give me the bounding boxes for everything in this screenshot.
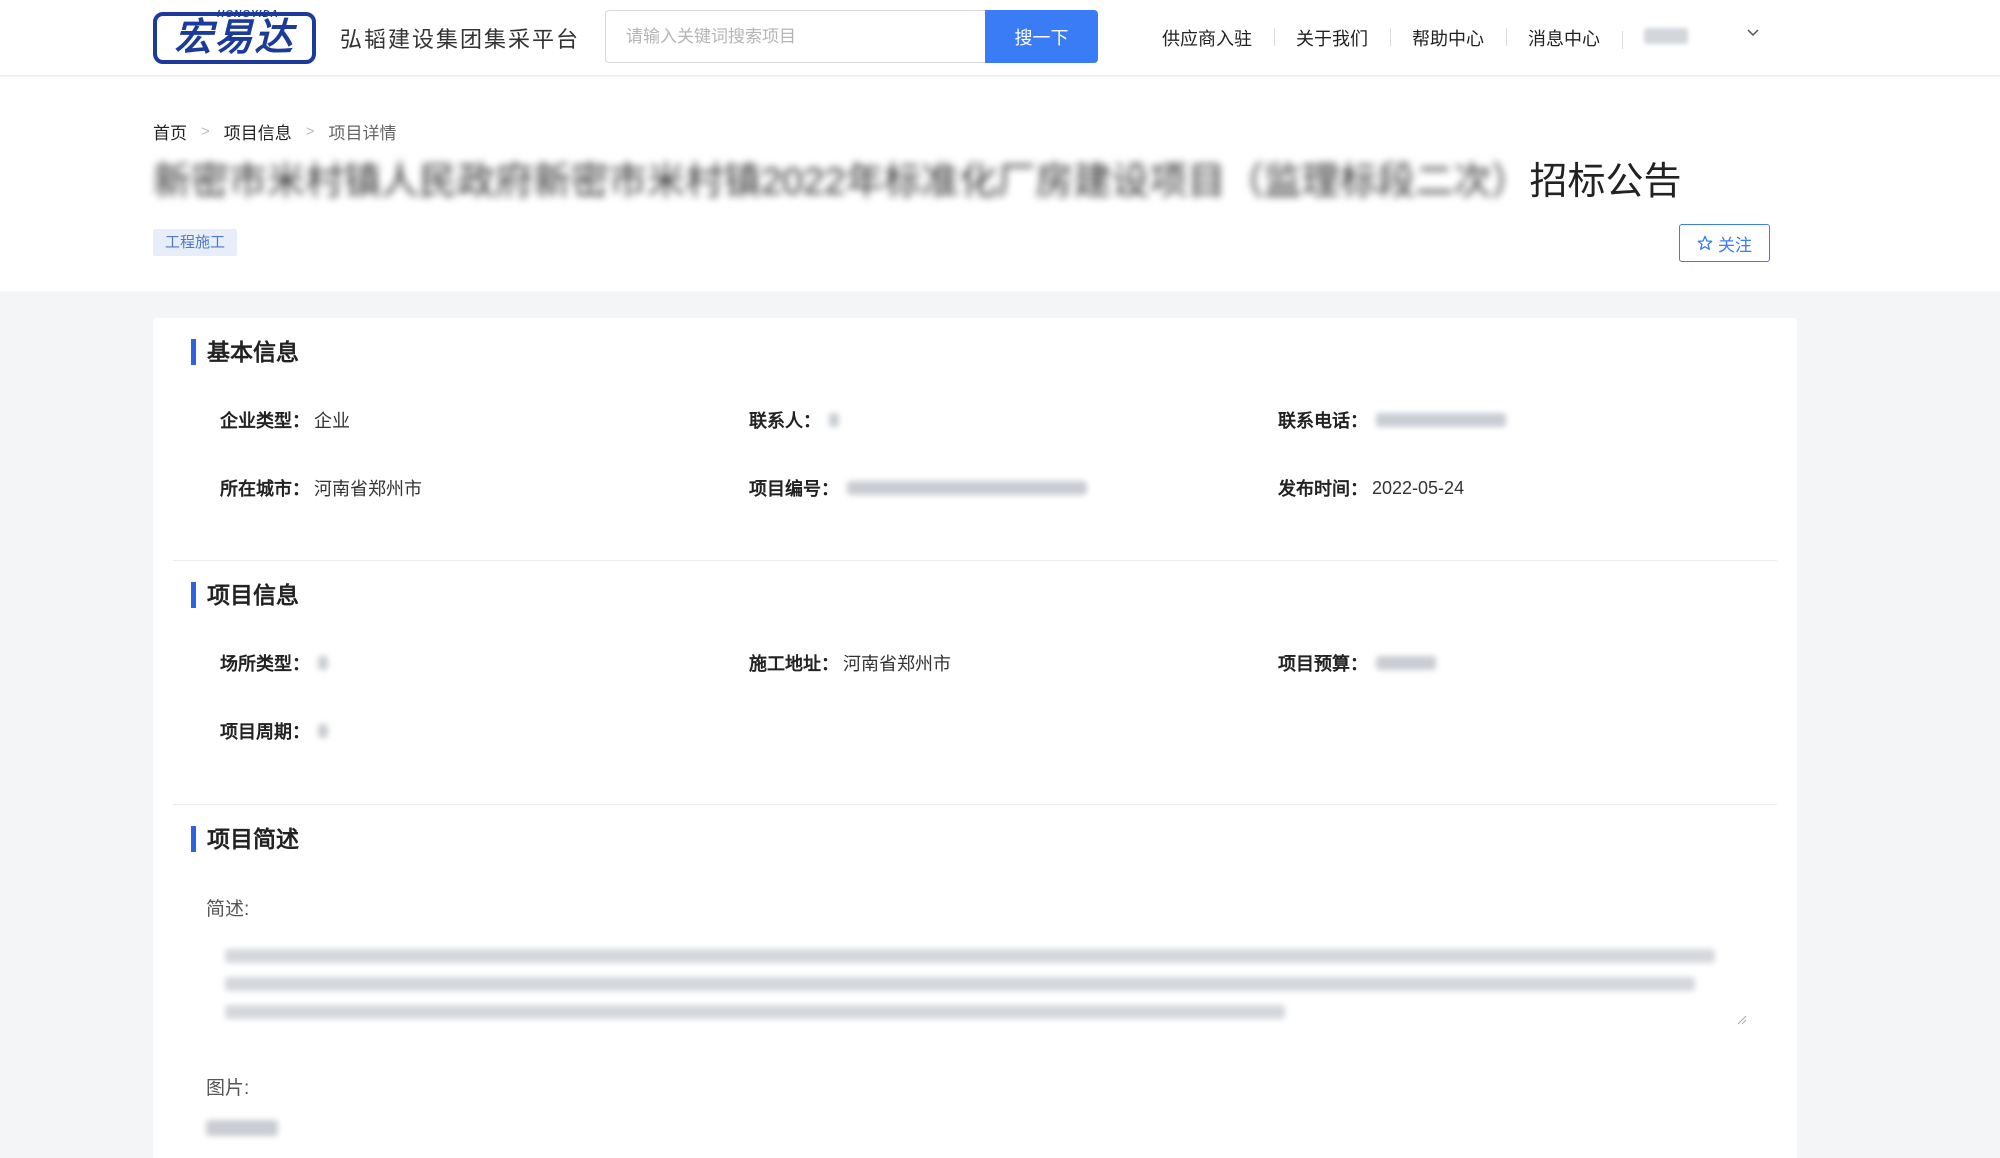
field-label: 联系人： <box>749 411 821 431</box>
contact-redacted <box>829 413 839 427</box>
breadcrumb-home[interactable]: 首页 <box>153 119 187 144</box>
image-label: 图片: <box>206 1078 250 1099</box>
nav-about-us[interactable]: 关于我们 <box>1274 25 1390 51</box>
field-venue-type: 场所类型： <box>220 650 328 676</box>
title-area: 首页 > 项目信息 > 项目详情 新密市米村镇人民政府新密市米村镇2022年标准… <box>0 77 2000 291</box>
venue-type-redacted <box>318 656 328 670</box>
field-publish-date: 发布时间： 2022-05-24 <box>1278 475 1464 501</box>
field-label: 场所类型： <box>220 654 310 674</box>
period-redacted <box>318 724 328 738</box>
project-no-redacted <box>847 481 1087 495</box>
section-divider <box>173 560 1777 561</box>
top-header: 宏易达 HONGYIDA 弘韬建设集团集采平台 搜一下 供应商入驻 关于我们 帮… <box>0 0 2000 76</box>
field-label: 企业类型： <box>220 411 310 431</box>
field-label: 联系电话： <box>1278 411 1368 431</box>
nav-message-center[interactable]: 消息中心 <box>1506 25 1622 51</box>
title-redacted: 新密市米村镇人民政府新密市米村镇2022年标准化厂房建设项目（监理标段二次） <box>153 161 1530 203</box>
resize-handle-icon[interactable] <box>1735 1013 1747 1025</box>
field-address: 施工地址： 河南省郑州市 <box>749 650 951 676</box>
image-placeholder-redacted <box>206 1120 278 1136</box>
description-text-redacted <box>225 942 1715 1019</box>
title-suffix: 招标公告 <box>1529 161 1682 203</box>
field-label: 所在城市： <box>220 479 310 499</box>
field-phone: 联系电话： <box>1278 407 1506 433</box>
breadcrumb: 首页 > 项目信息 > 项目详情 <box>153 119 397 144</box>
field-value: 2022-05-24 <box>1372 477 1465 498</box>
nav-supplier-join[interactable]: 供应商入驻 <box>1140 25 1274 51</box>
detail-card: 基本信息 企业类型： 企业 联系人： 联系电话： 所在城市： 河南省郑州市 项目… <box>153 318 1797 1158</box>
breadcrumb-current: 项目详情 <box>328 124 397 143</box>
field-project-no: 项目编号： <box>749 475 1087 501</box>
user-name-redacted <box>1644 27 1688 44</box>
follow-label: 关注 <box>1718 235 1752 255</box>
project-info-heading: 项目信息 <box>191 581 299 609</box>
follow-button[interactable]: 关注 <box>1679 224 1770 262</box>
field-value: 河南省郑州市 <box>843 654 951 674</box>
field-period: 项目周期： <box>220 718 328 744</box>
field-label: 项目预算： <box>1278 654 1368 674</box>
category-tag: 工程施工 <box>153 229 238 256</box>
field-budget: 项目预算： <box>1278 650 1436 676</box>
hongyida-logo[interactable]: 宏易达 HONGYIDA <box>153 9 316 64</box>
user-menu[interactable] <box>1622 27 1710 49</box>
phone-redacted <box>1376 413 1506 427</box>
star-outline-icon <box>1697 235 1713 250</box>
breadcrumb-separator-icon: > <box>305 123 315 140</box>
nav-help-center[interactable]: 帮助中心 <box>1390 25 1506 51</box>
field-label: 发布时间： <box>1278 479 1368 499</box>
breadcrumb-separator-icon: > <box>201 123 210 140</box>
field-label: 施工地址： <box>749 654 839 674</box>
summary-heading: 项目简述 <box>191 825 299 853</box>
field-city: 所在城市： 河南省郑州市 <box>220 475 422 501</box>
budget-redacted <box>1376 656 1436 670</box>
search-button[interactable]: 搜一下 <box>985 10 1098 63</box>
logo-subtitle: HONGYIDA <box>217 9 279 20</box>
section-divider <box>173 804 1777 805</box>
field-value: 企业 <box>314 411 350 431</box>
breadcrumb-project-info[interactable]: 项目信息 <box>224 119 292 144</box>
basic-info-heading: 基本信息 <box>191 338 299 366</box>
platform-name: 弘韬建设集团集采平台 <box>340 27 581 52</box>
chevron-down-icon[interactable] <box>1746 26 1760 40</box>
top-nav: 供应商入驻 关于我们 帮助中心 消息中心 <box>1140 25 1710 51</box>
page-title: 新密市米村镇人民政府新密市米村镇2022年标准化厂房建设项目（监理标段二次）招标… <box>153 157 1682 207</box>
field-label: 项目周期： <box>220 722 310 742</box>
field-contact: 联系人： <box>749 407 839 433</box>
field-value: 河南省郑州市 <box>314 479 422 499</box>
search-input[interactable] <box>605 10 985 63</box>
field-label: 项目编号： <box>749 479 839 499</box>
description-label: 简述: <box>206 899 250 920</box>
field-company-type: 企业类型： 企业 <box>220 407 350 433</box>
